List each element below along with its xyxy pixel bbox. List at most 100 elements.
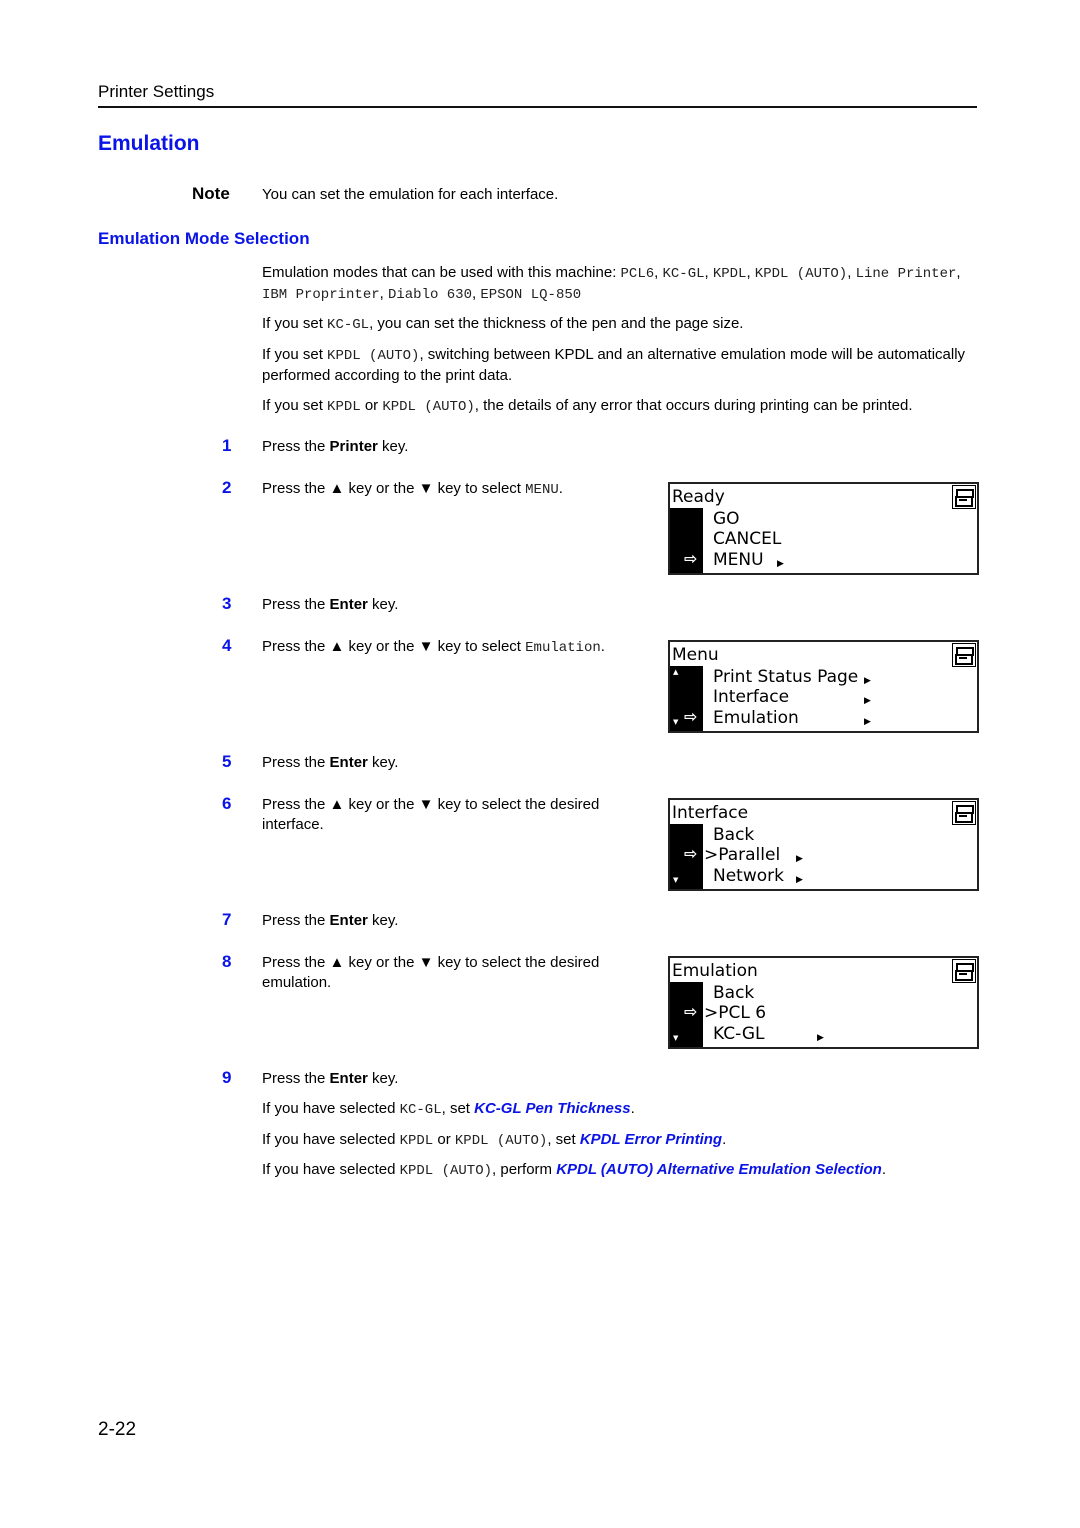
key-name: Enter bbox=[329, 912, 368, 929]
printer-icon bbox=[952, 801, 976, 825]
lcd-menu-line: Interface bbox=[713, 687, 790, 707]
submenu-arrow-icon: ▶ bbox=[817, 1033, 824, 1043]
step-number: 5 bbox=[222, 752, 232, 771]
section-header: Printer Settings bbox=[98, 82, 215, 101]
text: If you have selected bbox=[262, 1100, 400, 1117]
emulation-mode: IBM Proprinter bbox=[262, 287, 380, 303]
code: KPDL (AUTO) bbox=[399, 1163, 493, 1179]
text: Press the bbox=[262, 596, 330, 613]
step-text: Press the ▲ key or the ▼ key to select M… bbox=[262, 479, 642, 500]
text: If you have selected bbox=[262, 1161, 400, 1178]
lcd-title: Interface bbox=[672, 803, 751, 823]
text: , the details of any error that occurs d… bbox=[474, 397, 913, 414]
intro-text: Emulation modes that can be used with th… bbox=[262, 264, 621, 281]
step-text: Press the Enter key. bbox=[262, 595, 642, 615]
code-kpdl: KPDL bbox=[327, 399, 361, 415]
printer-icon-body bbox=[955, 970, 973, 981]
lcd-display: Interface ▼ Back >Parallel ⇨ ▶ Network ▶ bbox=[668, 798, 979, 891]
printer-icon bbox=[952, 643, 976, 667]
lcd-menu-line: KC-GL bbox=[713, 1024, 765, 1044]
submenu-arrow-icon: ▶ bbox=[796, 875, 803, 885]
separator: , bbox=[956, 264, 961, 281]
printer-icon-slot bbox=[959, 815, 967, 817]
key-name: Enter bbox=[329, 754, 368, 771]
cross-reference-link[interactable]: KC-GL Pen Thickness bbox=[474, 1100, 630, 1117]
cross-reference-link[interactable]: KPDL (AUTO) Alternative Emulation Select… bbox=[556, 1161, 882, 1178]
page-number: 2-22 bbox=[98, 1419, 137, 1440]
emulation-mode: Diablo 630 bbox=[387, 287, 472, 303]
cross-reference-link[interactable]: KPDL Error Printing bbox=[580, 1131, 722, 1148]
submenu-arrow-icon: ▶ bbox=[864, 717, 871, 727]
lcd-title: Emulation bbox=[672, 961, 760, 981]
printer-icon-body bbox=[955, 812, 973, 823]
lcd-title: Ready bbox=[672, 487, 727, 507]
text: If you set bbox=[262, 346, 328, 363]
intro-paragraph-error: If you set KPDL or KPDL (AUTO), the deta… bbox=[262, 396, 992, 417]
lcd-menu-line: Back bbox=[713, 983, 755, 1003]
text: Press the bbox=[262, 1070, 330, 1087]
printer-icon-body bbox=[955, 496, 973, 507]
lcd-menu-line: Back bbox=[713, 825, 755, 845]
separator: , bbox=[746, 264, 755, 281]
code-kpdl-auto: KPDL (AUTO) bbox=[382, 399, 475, 415]
note-text: You can set the emulation for each inter… bbox=[262, 186, 559, 203]
scroll-down-icon: ▼ bbox=[673, 718, 679, 726]
text: . bbox=[558, 480, 563, 497]
text: If you set bbox=[262, 315, 328, 332]
submenu-arrow-icon: ▶ bbox=[864, 676, 871, 686]
step-text: Press the Printer key. bbox=[262, 437, 642, 457]
text: key. bbox=[367, 912, 399, 929]
section-subtitle: Emulation Mode Selection bbox=[98, 229, 310, 248]
header-divider bbox=[98, 106, 977, 108]
submenu-arrow-icon: ▶ bbox=[864, 696, 871, 706]
note-label: Note bbox=[192, 184, 230, 203]
text: Press the bbox=[262, 912, 330, 929]
emulation-mode: EPSON LQ-850 bbox=[480, 287, 582, 303]
code: KPDL bbox=[399, 1133, 434, 1149]
text: key. bbox=[377, 438, 409, 455]
lcd-menu-line: >Parallel bbox=[704, 845, 781, 865]
printer-icon bbox=[952, 959, 976, 983]
followup-line: If you have selected KC-GL, set KC-GL Pe… bbox=[262, 1099, 982, 1120]
step-number: 2 bbox=[222, 478, 232, 497]
step-number: 9 bbox=[222, 1068, 232, 1087]
step-number: 4 bbox=[222, 636, 232, 655]
scroll-down-icon: ▼ bbox=[673, 876, 679, 884]
emulation-mode: KC-GL bbox=[662, 266, 705, 282]
submenu-arrow-icon: ▶ bbox=[777, 559, 784, 569]
separator: , bbox=[379, 285, 388, 302]
scroll-down-icon: ▼ bbox=[673, 1034, 679, 1042]
step-text: Press the ▲ key or the ▼ key to select t… bbox=[262, 796, 600, 833]
step-number: 8 bbox=[222, 952, 232, 971]
selection-arrow-icon: ⇨ bbox=[684, 707, 698, 726]
text: , set bbox=[547, 1131, 580, 1148]
printer-icon-body bbox=[955, 654, 973, 665]
followup-line: If you have selected KPDL (AUTO), perfor… bbox=[262, 1160, 982, 1181]
selection-arrow-icon: ⇨ bbox=[684, 549, 698, 568]
lcd-display: Menu ▲ ▼ Print Status Page ▶ Interface ▶ Emulat… bbox=[668, 640, 979, 733]
lcd-menu-line: >PCL 6 bbox=[704, 1003, 767, 1023]
lcd-display: Ready GO CANCEL MENU ⇨ ▶ bbox=[668, 482, 979, 575]
text: Press the ▲ key or the ▼ key to select bbox=[262, 638, 526, 655]
step-text: Press the ▲ key or the ▼ key to select E… bbox=[262, 637, 642, 658]
step-text: Press the ▲ key or the ▼ key to select t… bbox=[262, 954, 600, 991]
text: , you can set the thickness of the pen a… bbox=[369, 315, 744, 332]
lcd-menu-line: CANCEL bbox=[713, 529, 782, 549]
menu-item-code: MENU bbox=[525, 482, 559, 498]
selection-arrow-icon: ⇨ bbox=[684, 844, 698, 863]
followup-line: If you have selected KPDL or KPDL (AUTO)… bbox=[262, 1130, 982, 1151]
separator: , bbox=[704, 264, 713, 281]
text: If you have selected bbox=[262, 1131, 400, 1148]
emulation-mode: Line Printer bbox=[855, 266, 957, 282]
emulation-mode: KPDL (AUTO) bbox=[754, 266, 848, 282]
text: . bbox=[881, 1161, 886, 1178]
intro-paragraph-kpdl-auto: If you set KPDL (AUTO), switching betwee… bbox=[262, 345, 982, 386]
text: Press the ▲ key or the ▼ key to select bbox=[262, 480, 526, 497]
step-number: 6 bbox=[222, 794, 232, 813]
scroll-up-icon: ▲ bbox=[673, 668, 679, 676]
text: or bbox=[360, 397, 383, 414]
selection-arrow-icon: ⇨ bbox=[684, 1002, 698, 1021]
lcd-menu-line: Network bbox=[713, 866, 784, 886]
code-kpdl-auto: KPDL (AUTO) bbox=[327, 348, 420, 364]
text: . bbox=[630, 1100, 635, 1117]
